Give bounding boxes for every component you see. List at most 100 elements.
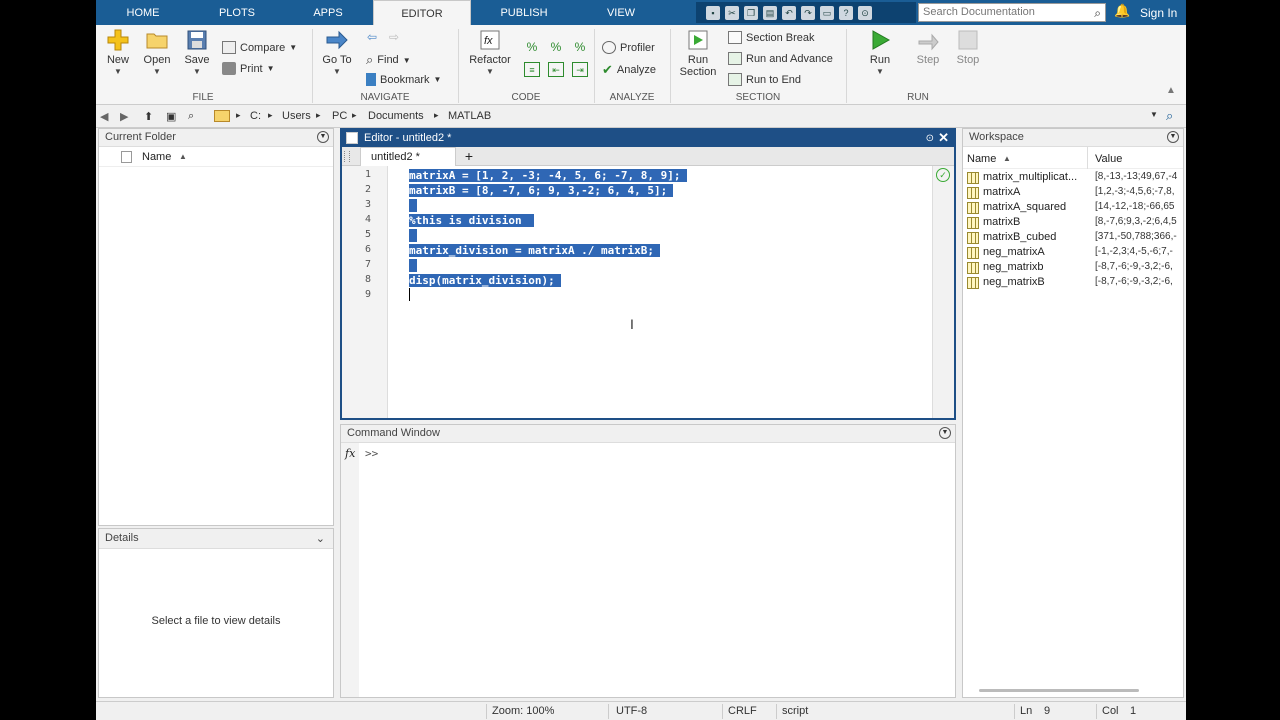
- run-label: Run: [869, 54, 891, 66]
- profiler-button[interactable]: Profiler: [602, 41, 655, 54]
- breadcrumb-documents[interactable]: Documents: [368, 110, 424, 122]
- undo-icon[interactable]: ↶: [782, 5, 796, 20]
- tab-editor[interactable]: EDITOR: [373, 0, 471, 25]
- go-to-button[interactable]: Go To ▼: [320, 29, 354, 76]
- workspace-row[interactable]: neg_matrixA [-1,-2,3;4,-5,-6;7,-: [965, 246, 1181, 261]
- breadcrumb-pc[interactable]: PC: [332, 110, 347, 122]
- chevron-down-icon[interactable]: ▼: [1150, 110, 1158, 119]
- help-icon[interactable]: ?: [839, 5, 853, 20]
- tab-home[interactable]: HOME: [114, 0, 172, 25]
- column-header-name[interactable]: Name: [142, 151, 171, 163]
- back-arrow-icon[interactable]: ⇦: [364, 30, 380, 45]
- uncomment-icon[interactable]: %: [548, 40, 564, 55]
- cut-icon[interactable]: ✂: [725, 5, 739, 20]
- stop-button[interactable]: Stop: [950, 29, 986, 66]
- back-arrow-icon[interactable]: ◀: [100, 110, 108, 123]
- chevron-down-icon: ▼: [486, 67, 494, 76]
- section-label-navigate: NAVIGATE: [360, 92, 410, 103]
- run-button[interactable]: Run ▼: [862, 29, 898, 76]
- editor-doc-icon: [346, 132, 358, 144]
- up-folder-icon[interactable]: ⬆: [144, 110, 153, 123]
- run-and-advance-button[interactable]: Run and Advance: [728, 52, 833, 65]
- save-label: Save: [184, 54, 210, 66]
- chevron-down-icon[interactable]: ⌄: [316, 530, 325, 549]
- status-col-value: 1: [1130, 705, 1137, 717]
- add-tab-button[interactable]: +: [456, 147, 482, 166]
- workspace-row[interactable]: neg_matrixb [-8,7,-6;-9,-3,2;-6,: [965, 261, 1181, 276]
- search-folder-icon[interactable]: ⌕: [188, 110, 194, 123]
- tab-plots[interactable]: PLOTS: [206, 0, 268, 25]
- workspace-row[interactable]: matrixA [1,2,-3;-4,5,6;-7,8,: [965, 186, 1181, 201]
- save-button[interactable]: Save ▼: [182, 29, 212, 76]
- fx-icon[interactable]: fx: [345, 447, 355, 460]
- new-button[interactable]: New ▼: [104, 29, 132, 76]
- breadcrumb-matlab[interactable]: MATLAB: [448, 110, 491, 122]
- tab-view[interactable]: VIEW: [590, 0, 652, 25]
- column-divider[interactable]: [1087, 147, 1088, 169]
- bookmark-button[interactable]: Bookmark ▼: [366, 73, 441, 86]
- smart-indent-icon[interactable]: ≡: [524, 62, 540, 77]
- column-header-name[interactable]: Name: [967, 153, 996, 165]
- search-placeholder: Search Documentation: [923, 6, 1035, 18]
- compare-button[interactable]: Compare ▼: [222, 41, 297, 54]
- comment-icon[interactable]: %: [524, 40, 540, 55]
- code-line: [409, 199, 417, 212]
- workspace-row[interactable]: matrixB_cubed [371,-50,788;366,-: [965, 231, 1181, 246]
- matrix-variable-icon: [967, 187, 979, 199]
- forward-arrow-icon[interactable]: ▶: [120, 110, 128, 123]
- switch-windows-icon[interactable]: ▭: [820, 5, 834, 20]
- panel-menu-icon[interactable]: ⊙: [926, 130, 934, 147]
- workspace-row[interactable]: matrixA_squared [14,-12,-18;-66,65: [965, 201, 1181, 216]
- bookmark-label: Bookmark: [380, 73, 430, 86]
- section-break-label: Section Break: [746, 31, 815, 44]
- print-button[interactable]: Print ▼: [222, 62, 275, 75]
- search-icon[interactable]: ⌕: [1094, 5, 1101, 22]
- chevron-down-icon: ▼: [433, 75, 442, 84]
- panel-menu-icon[interactable]: ▼: [939, 427, 951, 439]
- breadcrumb-drive[interactable]: C:: [250, 110, 261, 122]
- refactor-button[interactable]: fx Refactor ▼: [466, 29, 514, 76]
- horizontal-scrollbar[interactable]: [979, 689, 1139, 692]
- options-icon[interactable]: ⊙: [858, 5, 872, 20]
- run-section-label-2: Section: [679, 66, 717, 78]
- search-icon[interactable]: ⌕: [1166, 108, 1173, 124]
- editor-tab-untitled2[interactable]: untitled2 *: [360, 147, 456, 166]
- panel-menu-icon[interactable]: ▼: [1167, 131, 1179, 143]
- open-button[interactable]: Open ▼: [142, 29, 172, 76]
- bell-icon[interactable]: 🔔: [1114, 3, 1130, 19]
- breadcrumb-users[interactable]: Users: [282, 110, 311, 122]
- tab-apps[interactable]: APPS: [296, 0, 360, 25]
- close-icon[interactable]: ✕: [938, 129, 949, 146]
- section-break-button[interactable]: Section Break: [728, 31, 814, 44]
- collapse-toolstrip-icon[interactable]: ▲: [1166, 85, 1176, 96]
- variable-name: neg_matrixB: [983, 276, 1045, 288]
- save-icon[interactable]: ▪: [706, 5, 720, 20]
- step-button[interactable]: Step: [910, 29, 946, 66]
- run-to-end-label: Run to End: [746, 73, 802, 86]
- search-documentation-input[interactable]: Search Documentation ⌕: [918, 3, 1106, 22]
- sign-in-link[interactable]: Sign In: [1140, 0, 1177, 25]
- paste-icon[interactable]: ▤: [763, 5, 777, 20]
- redo-icon[interactable]: ↷: [801, 5, 815, 20]
- check-circle-icon[interactable]: ✓: [936, 168, 950, 182]
- decrease-indent-icon[interactable]: ⇤: [548, 62, 564, 77]
- find-button[interactable]: ⌕ Find ▼: [366, 52, 411, 68]
- workspace-row[interactable]: matrixB [8,-7,6;9,3,-2;6,4,5: [965, 216, 1181, 231]
- wrap-comments-icon[interactable]: %: [572, 40, 588, 55]
- browse-folder-icon[interactable]: ▣: [166, 110, 176, 123]
- increase-indent-icon[interactable]: ⇥: [572, 62, 588, 77]
- workspace-row[interactable]: neg_matrixB [-8,7,-6;-9,-3,2;-6,: [965, 276, 1181, 291]
- section-label-section: SECTION: [735, 92, 781, 103]
- command-prompt[interactable]: >>: [365, 447, 378, 460]
- workspace-row[interactable]: matrix_multiplicat... [8,-13,-13;49,67,-…: [965, 171, 1181, 186]
- copy-icon[interactable]: ❐: [744, 5, 758, 20]
- run-to-end-button[interactable]: Run to End: [728, 73, 801, 86]
- column-header-value[interactable]: Value: [1095, 153, 1122, 165]
- panel-menu-icon[interactable]: ▼: [317, 131, 329, 143]
- forward-arrow-icon[interactable]: ⇨: [386, 30, 402, 45]
- tab-publish[interactable]: PUBLISH: [492, 0, 556, 25]
- run-section-button[interactable]: Run Section: [676, 29, 720, 78]
- code-area[interactable]: matrixA = [1, 2, -3; -4, 5, 6; -7, 8, 9]…: [389, 166, 931, 418]
- analyze-button[interactable]: ✔ Analyze: [602, 62, 656, 78]
- status-ln-value: 9: [1044, 705, 1051, 717]
